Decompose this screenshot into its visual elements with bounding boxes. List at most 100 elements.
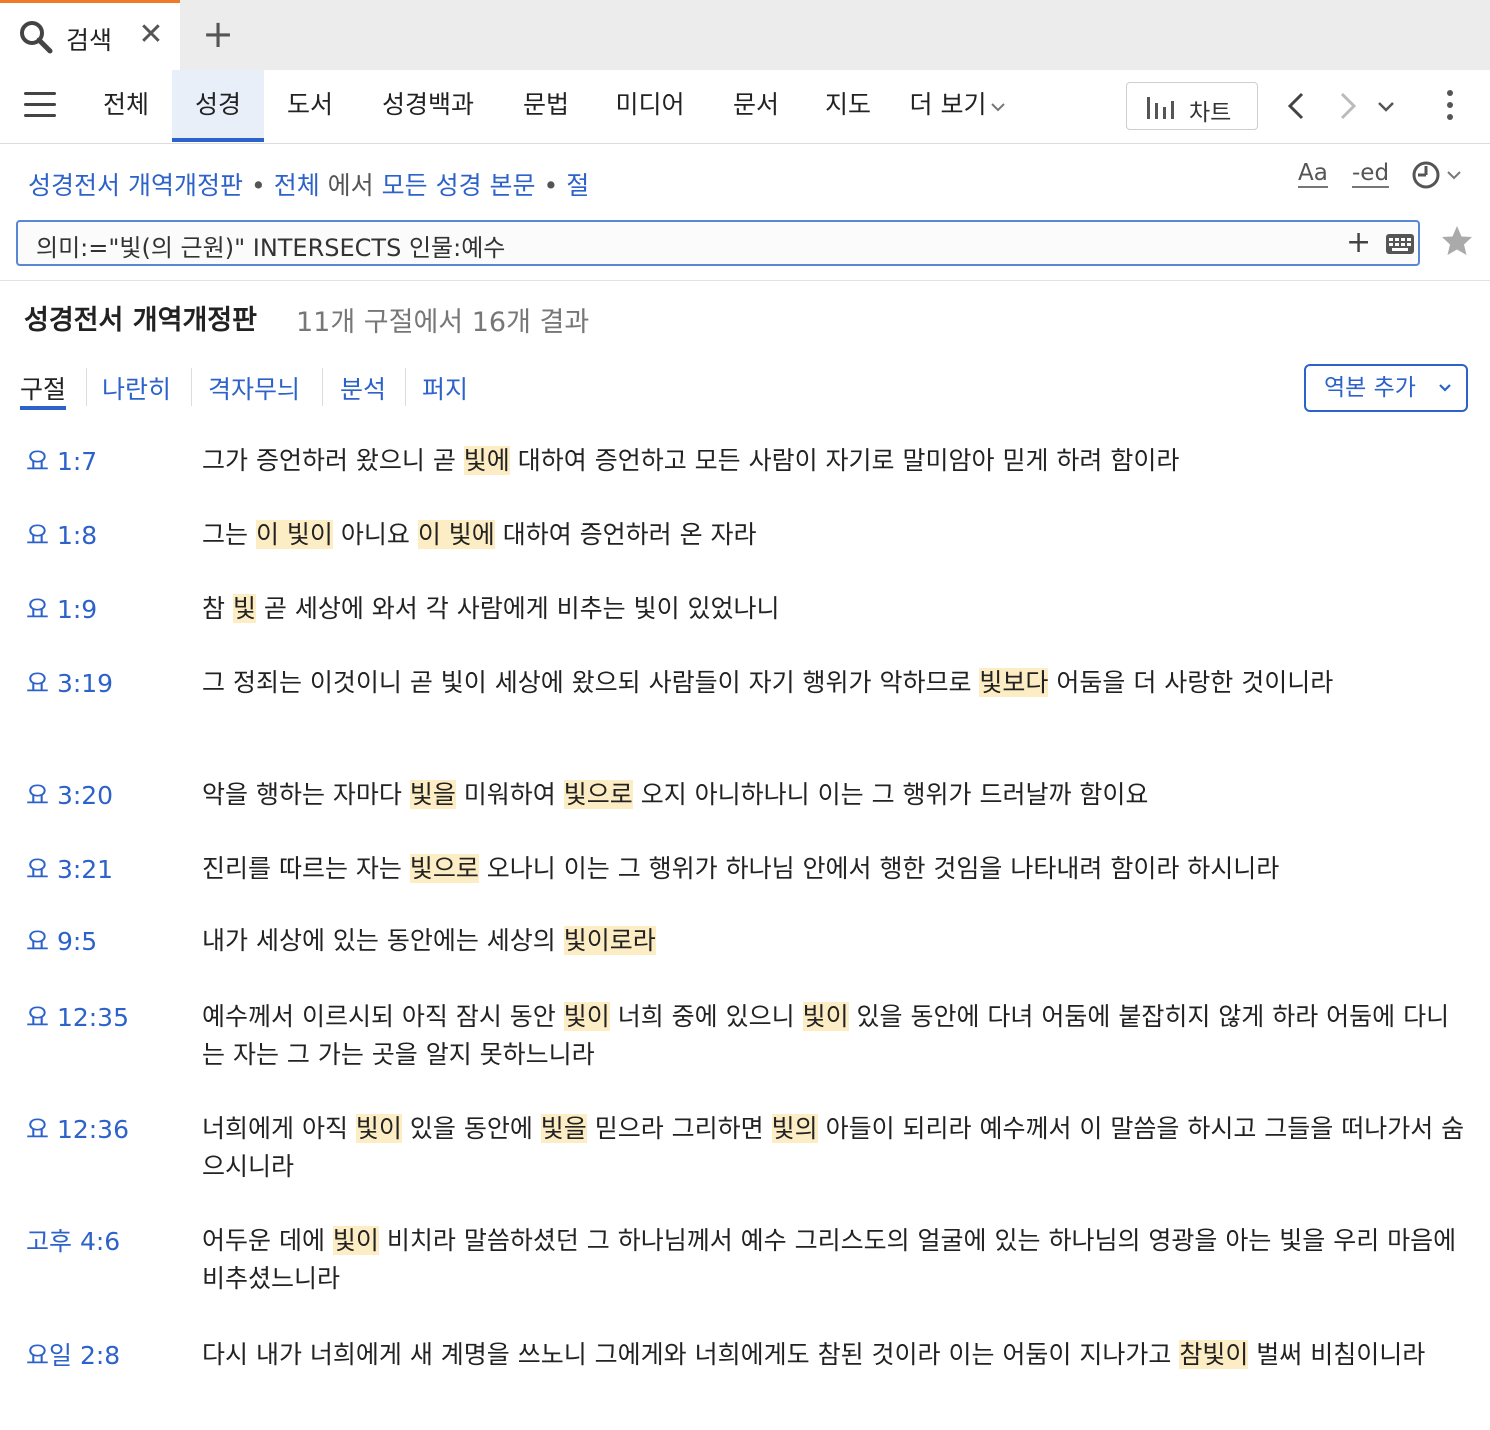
forward-arrow-icon[interactable] (1330, 84, 1364, 128)
verse-text-segment: 그 정죄는 이것이니 곧 빛이 세상에 왔으되 사람들이 자기 행위가 악하므로 (202, 668, 980, 697)
chevron-down-icon (1439, 384, 1451, 392)
verse-text-segment: 어둠을 더 사랑한 것이니라 (1048, 668, 1334, 697)
add-version-button[interactable]: 역본 추가 (1304, 364, 1468, 412)
favorite-star-icon[interactable] (1440, 224, 1474, 258)
search-hit-highlight: 빛으로 (409, 854, 479, 883)
verse-text-segment: 미워하여 (455, 780, 564, 809)
tab-fuzzy[interactable]: 퍼지 (422, 370, 468, 410)
chart-button[interactable]: 차트 (1126, 82, 1258, 130)
breadcrumb-bible-link[interactable]: 성경전서 개역개정판 (28, 171, 243, 200)
text-case-toggle[interactable]: Aa (1298, 160, 1328, 188)
chart-icon (1147, 97, 1174, 119)
tab-analysis[interactable]: 분석 (340, 370, 386, 410)
chevron-down-icon (991, 103, 1006, 112)
search-hit-highlight: 빛이 (332, 1226, 379, 1255)
verse-text-segment: 비치라 말씀하셨던 그 하나님께서 예수 그리스도의 얼굴에 있는 하나님의 영… (202, 1226, 1457, 1293)
add-tab-button[interactable]: + (198, 14, 238, 54)
tab-divider (191, 368, 192, 406)
tab-strip: 검색 ✕ + (0, 0, 1490, 70)
tab-side-by-side[interactable]: 나란히 (102, 370, 171, 410)
verse-text: 그 정죄는 이것이니 곧 빛이 세상에 왔으되 사람들이 자기 행위가 악하므로… (202, 664, 1470, 702)
history-clock-icon[interactable] (1410, 158, 1466, 192)
keyboard-icon[interactable] (1386, 234, 1414, 254)
tab-search[interactable]: 검색 ✕ (0, 0, 180, 70)
verse-text-segment: 오지 아니하나니 이는 그 행위가 드러날까 함이요 (632, 780, 1149, 809)
tab-divider (86, 368, 87, 406)
breadcrumb-separator: • (250, 171, 266, 200)
search-hit-highlight: 빛을 (409, 780, 456, 809)
nav-item-maps[interactable]: 지도 (808, 70, 888, 142)
nav-item-more[interactable]: 더 보기 (900, 70, 1016, 142)
nav-item-label: 미디어 (615, 90, 685, 119)
nav-item-media[interactable]: 미디어 (598, 70, 702, 142)
nav-item-label: 문서 (732, 90, 779, 119)
verse-text: 진리를 따르는 자는 빛으로 오나니 이는 그 행위가 하나님 안에서 행한 것… (202, 850, 1470, 888)
nav-item-encyclopedia[interactable]: 성경백과 (360, 70, 496, 142)
nav-item-grammar[interactable]: 문법 (504, 70, 588, 142)
nav-bar: 전체 성경 도서 성경백과 문법 미디어 문서 지도 더 보기 차트 (0, 70, 1490, 144)
add-term-button[interactable]: + (1346, 226, 1371, 260)
search-hit-highlight: 이 빛에 (417, 520, 495, 549)
tab-divider (405, 368, 406, 406)
nav-item-label: 성경 (194, 90, 241, 119)
nav-item-label: 전체 (102, 90, 149, 119)
more-options-icon[interactable] (1440, 90, 1460, 124)
verse-text-segment: 있을 동안에 (401, 1114, 541, 1143)
verse-text-segment: 그는 (202, 520, 256, 549)
verse-text-segment: 다시 내가 너희에게 새 계명을 쓰노니 그에게와 너희에게도 참된 것이라 이… (202, 1340, 1180, 1369)
verse-reference-link[interactable]: 요 12:36 (26, 1110, 129, 1146)
verse-text-segment: 악을 행하는 자마다 (202, 780, 410, 809)
breadcrumb-scope-link[interactable]: 모든 성경 본문 (382, 171, 536, 200)
inflection-toggle[interactable]: -ed (1352, 160, 1390, 188)
verse-reference-link[interactable]: 요 1:8 (26, 516, 97, 552)
tab-grid[interactable]: 격자무늬 (208, 370, 300, 410)
verse-reference-link[interactable]: 요 1:7 (26, 442, 97, 478)
search-hit-highlight: 빛이로라 (563, 926, 656, 955)
history-chevron-down-icon[interactable] (1374, 92, 1398, 120)
nav-item-books[interactable]: 도서 (270, 70, 350, 142)
verse-reference-link[interactable]: 요일 2:8 (26, 1336, 120, 1372)
verse-reference-link[interactable]: 고후 4:6 (26, 1222, 120, 1258)
search-query-input[interactable]: 의미:="빛(의 근원)" INTERSECTS 인물:예수 + (16, 220, 1420, 266)
verse-text-segment: 예수께서 이르시되 아직 잠시 동안 (202, 1002, 564, 1031)
search-hit-highlight: 빛의 (771, 1114, 818, 1143)
search-hit-highlight: 빛이 (802, 1002, 849, 1031)
search-hit-highlight: 빛보다 (979, 668, 1049, 697)
nav-item-label: 문법 (522, 90, 569, 119)
verse-text: 그가 증언하러 왔으니 곧 빛에 대하여 증언하고 모든 사람이 자기로 말미암… (202, 442, 1470, 480)
breadcrumb-separator: • (543, 171, 559, 200)
breadcrumb-unit-link[interactable]: 절 (566, 171, 589, 200)
search-hit-highlight: 참빛이 (1179, 1340, 1249, 1369)
menu-icon[interactable] (24, 92, 56, 120)
verse-reference-link[interactable]: 요 3:21 (26, 850, 113, 886)
search-icon (20, 21, 53, 54)
verse-reference-link[interactable]: 요 9:5 (26, 922, 97, 958)
verse-text-segment: 어두운 데에 (202, 1226, 333, 1255)
result-count: 11개 구절에서 16개 결과 (296, 307, 590, 338)
verse-reference-link[interactable]: 요 3:19 (26, 664, 113, 700)
verse-reference-link[interactable]: 요 3:20 (26, 776, 113, 812)
verse-text: 내가 세상에 있는 동안에는 세상의 빛이로라 (202, 922, 1470, 960)
nav-item-all[interactable]: 전체 (86, 70, 166, 142)
verse-text-segment: 대하여 증언하러 온 자라 (494, 520, 757, 549)
verse-text: 악을 행하는 자마다 빛을 미워하여 빛으로 오지 아니하나니 이는 그 행위가… (202, 776, 1470, 814)
tab-verses[interactable]: 구절 (20, 370, 67, 410)
search-hit-highlight: 빛을 (540, 1114, 587, 1143)
breadcrumb-range-link[interactable]: 전체 (274, 171, 320, 200)
verse-text-segment: 대하여 증언하고 모든 사람이 자기로 말미암아 믿게 하려 함이라 (509, 446, 1180, 475)
search-hit-highlight: 이 빛이 (255, 520, 333, 549)
add-version-label: 역본 추가 (1324, 375, 1416, 401)
verse-reference-link[interactable]: 요 12:35 (26, 998, 129, 1034)
nav-item-label: 지도 (824, 90, 871, 119)
nav-item-label: 더 보기 (909, 90, 987, 119)
verse-text-segment: 그가 증언하러 왔으니 곧 (202, 446, 464, 475)
verse-text-segment: 너희 중에 있으니 (609, 1002, 803, 1031)
verse-text-segment: 오나니 이는 그 행위가 하나님 안에서 행한 것임을 나타내려 함이라 하시니… (478, 854, 1280, 883)
verse-text-segment: 아니요 (332, 520, 418, 549)
nav-item-bible[interactable]: 성경 (172, 70, 264, 142)
close-icon[interactable]: ✕ (136, 17, 166, 53)
verse-text-segment: 곧 세상에 와서 각 사람에게 비추는 빛이 있었나니 (255, 594, 780, 623)
verse-reference-link[interactable]: 요 1:9 (26, 590, 97, 626)
back-arrow-icon[interactable] (1280, 84, 1314, 128)
nav-item-documents[interactable]: 문서 (716, 70, 796, 142)
